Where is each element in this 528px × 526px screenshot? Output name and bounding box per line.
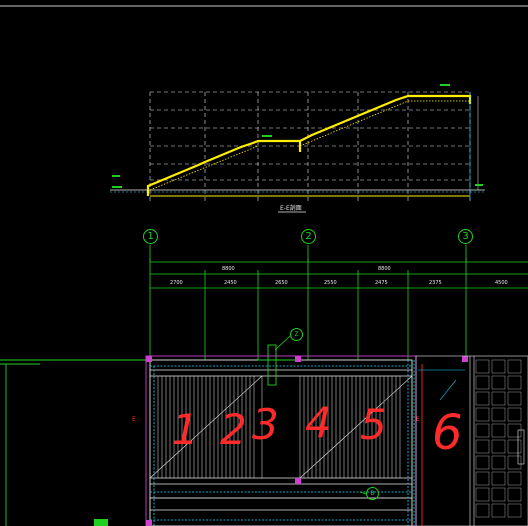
segment-dim-7: 4500 <box>495 280 508 286</box>
segment-dim-4: 2550 <box>324 280 337 286</box>
stair-hatch <box>149 100 470 191</box>
annotation-6: 6 <box>432 405 465 461</box>
segment-dim-6: 2375 <box>429 280 442 286</box>
overall-dim-2: 8800 <box>378 266 391 272</box>
segment-dim-1: 2700 <box>170 280 183 286</box>
annotation-2: 2 <box>220 405 249 454</box>
annotation-3: 3 <box>252 400 281 449</box>
axis-bubble-3: 3 <box>458 229 473 244</box>
stair-profile <box>146 94 472 197</box>
annotation-5: 5 <box>360 400 389 449</box>
plan-outline <box>0 355 417 526</box>
axis-bubble-2: 2 <box>301 229 316 244</box>
annotation-1: 1 <box>172 405 201 454</box>
section-title: E-E剖面 <box>280 205 302 212</box>
side-mark-right: E <box>416 416 420 423</box>
annotation-4: 4 <box>305 398 334 447</box>
dimension-lines <box>149 258 528 360</box>
segment-dim-5: 2475 <box>375 280 388 286</box>
segment-dim-3: 2650 <box>275 280 288 286</box>
plan-right-tiles <box>475 359 522 518</box>
overall-dim-1: 8800 <box>222 266 235 272</box>
bottom-green-marker <box>94 519 108 526</box>
section-grid <box>149 92 471 202</box>
axis-bubble-1: 1 <box>143 229 158 244</box>
cyan-diag-line <box>439 379 457 401</box>
side-mark-left: E <box>132 416 136 423</box>
level-markers <box>112 84 483 188</box>
z-bubble-leader <box>274 335 291 351</box>
segment-dim-2: 2450 <box>224 280 237 286</box>
z-bubble: Z <box>290 328 303 341</box>
plan-landing <box>258 344 300 386</box>
cad-viewport[interactable]: E-E剖面 1 2 3 8800 8800 2700 2450 2650 255… <box>0 0 528 526</box>
b-bubble: B <box>366 487 379 500</box>
